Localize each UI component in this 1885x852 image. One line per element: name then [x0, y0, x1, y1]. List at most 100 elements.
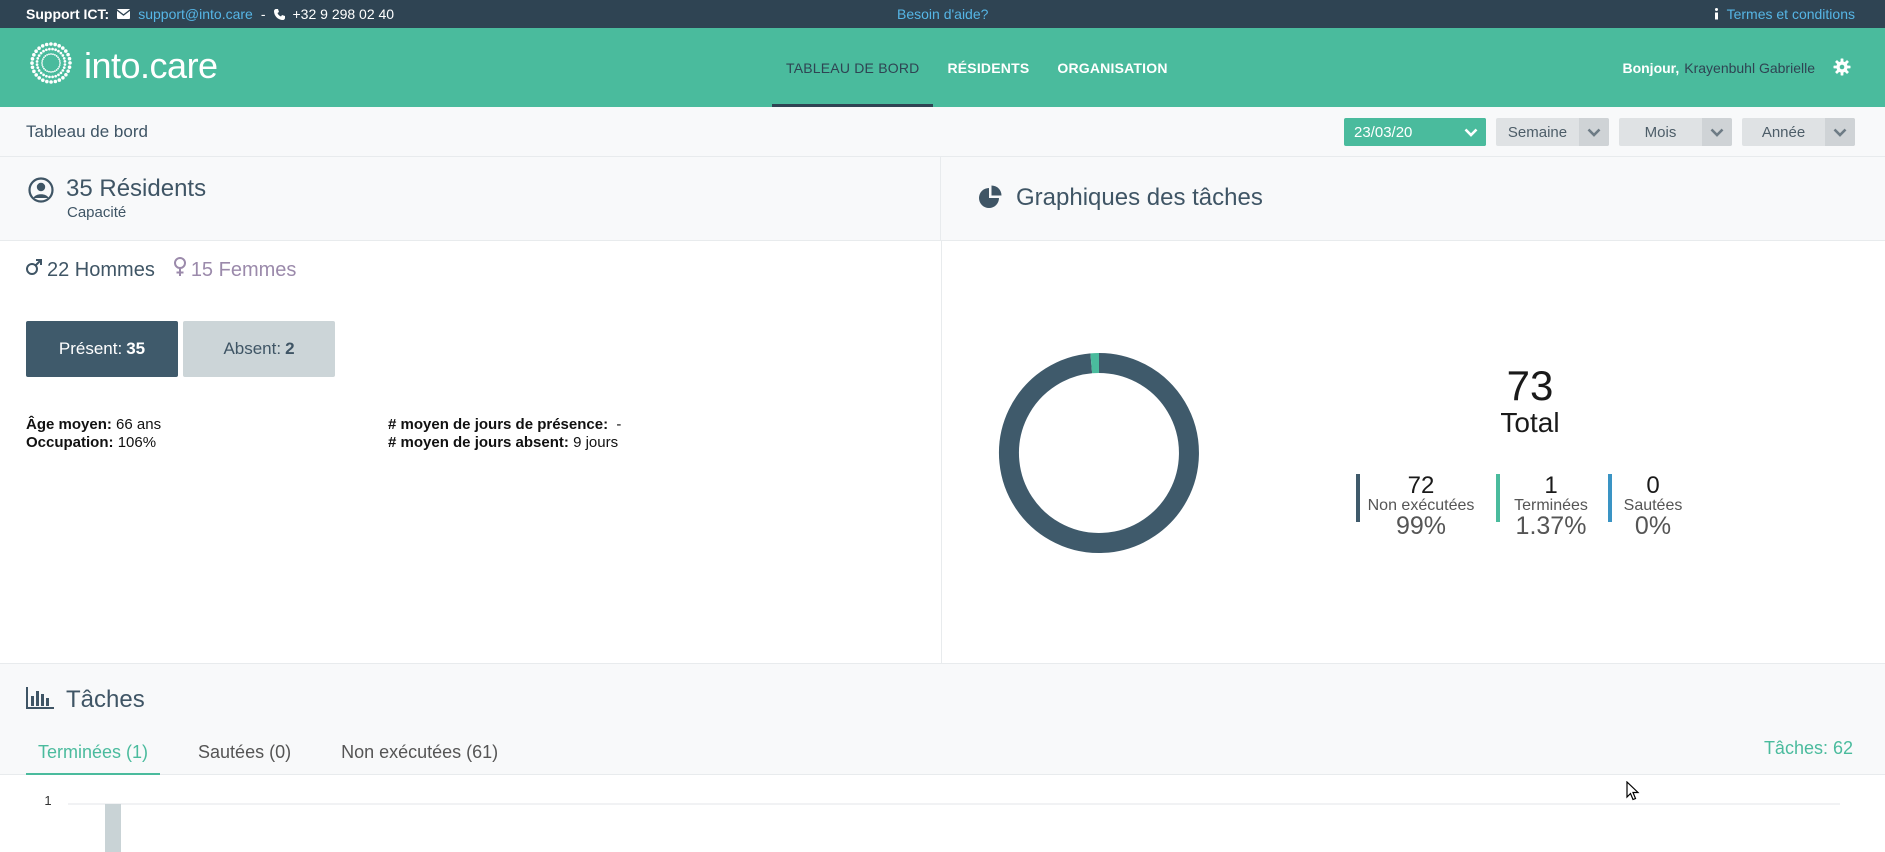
logo-dot: [59, 71, 63, 75]
legend-count: 72: [1407, 472, 1435, 499]
pie-chart-icon: [978, 185, 1004, 214]
nav-menu: TABLEAU DE BORD RÉSIDENTS ORGANISATION: [772, 28, 1182, 107]
logo-dot: [30, 65, 35, 70]
legend-color-bar: [1608, 474, 1612, 522]
logo-dot: [58, 66, 61, 68]
logo-sunburst-icon: [26, 38, 76, 93]
logo-dot: [41, 62, 43, 64]
nav-tableau-de-bord[interactable]: TABLEAU DE BORD: [772, 28, 934, 107]
logo-dot: [41, 64, 44, 66]
y-tick-label: 1: [44, 793, 51, 808]
logo-dot: [48, 70, 50, 73]
logo-dot: [57, 73, 60, 77]
logo-dot: [54, 48, 57, 52]
legend-completed: 1 Terminées 1.37%: [1496, 474, 1606, 539]
week-select[interactable]: Semaine: [1496, 118, 1609, 146]
logo-dot: [43, 67, 45, 70]
total-label: Total: [1500, 407, 1560, 438]
men-count: 22 Hommes: [25, 257, 155, 283]
logo-dot: [68, 61, 72, 65]
help-link[interactable]: Besoin d'aide?: [897, 6, 988, 22]
tasks-title: Tâches: [66, 686, 145, 713]
support-label: Support ICT:: [26, 6, 110, 22]
logo-dot: [42, 73, 45, 77]
logo-dot: [66, 69, 70, 73]
total-value: 73: [1506, 362, 1554, 409]
tab-completed[interactable]: Terminées (1): [26, 730, 161, 775]
logo-dot: [55, 69, 58, 71]
month-select[interactable]: Mois: [1619, 118, 1732, 146]
nav-organisation[interactable]: ORGANISATION: [1043, 28, 1181, 107]
user-name: Krayenbuhl Gabrielle: [1684, 59, 1815, 76]
logo-dot: [37, 54, 41, 57]
logo-dot: [34, 49, 38, 54]
date-select-value: 23/03/20: [1354, 123, 1413, 141]
chevron-down-icon: [1579, 118, 1609, 146]
logo-dot: [46, 70, 48, 73]
male-icon: [25, 258, 43, 282]
user-greeting[interactable]: Bonjour, Krayenbuhl Gabrielle: [1622, 28, 1815, 107]
logo-dot: [36, 66, 40, 69]
tab-skipped[interactable]: Sautées (0): [186, 730, 303, 775]
year-select[interactable]: Année: [1742, 118, 1855, 146]
logo-dot: [45, 79, 49, 84]
stat-absent-days: # moyen de jours absent: 9 jours: [388, 434, 619, 451]
logo-dot: [57, 78, 62, 82]
logo-dot: [66, 52, 70, 57]
logo-dot: [61, 69, 65, 72]
phone-icon: [273, 8, 285, 20]
residents-subtitle: Capacité: [67, 204, 127, 221]
logo-dot: [52, 70, 54, 73]
present-button[interactable]: Présent: 35: [26, 321, 178, 377]
nav-residents[interactable]: RÉSIDENTS: [933, 28, 1043, 107]
logo[interactable]: into.care: [26, 38, 218, 93]
logo-dot: [36, 57, 40, 60]
donut-slice-not-executed: [998, 353, 1199, 553]
tab-not-executed[interactable]: Non exécutées (61): [329, 730, 510, 775]
logo-dot: [48, 75, 51, 79]
tasks-count: Tâches: 62: [1763, 738, 1853, 758]
present-label: Présent:: [58, 339, 123, 358]
logo-dot: [59, 62, 61, 64]
envelope-icon: [117, 9, 131, 19]
logo-dot: [41, 58, 44, 60]
support-email-link[interactable]: support@into.care: [138, 6, 253, 22]
info-icon: [1714, 8, 1719, 20]
logo-dot: [57, 56, 59, 59]
absent-value: 2: [285, 339, 295, 358]
logo-dot: [43, 56, 45, 59]
greeting-text: Bonjour,: [1622, 59, 1680, 76]
women-label: 15 Femmes: [190, 258, 297, 281]
female-icon: [173, 257, 187, 283]
logo-dot: [53, 42, 57, 47]
support-bar: Support ICT: support@into.care - +32 9 2…: [0, 0, 1885, 28]
user-circle-icon: [28, 177, 54, 208]
terms-link[interactable]: Termes et conditions: [1727, 6, 1855, 22]
absent-button[interactable]: Absent: 2: [183, 321, 335, 377]
week-select-value: Semaine: [1507, 123, 1568, 141]
legend-percent: 0%: [1634, 512, 1672, 540]
logo-dot: [50, 71, 52, 73]
logo-dot: [35, 63, 39, 66]
mouse-cursor-icon: [1626, 780, 1640, 806]
legend-color-bar: [1496, 474, 1500, 522]
logo-dot: [30, 61, 34, 65]
logo-dot: [50, 53, 52, 55]
logo-dot: [44, 55, 47, 57]
logo-dot: [63, 63, 67, 66]
chevron-down-icon: [1702, 118, 1732, 146]
period-filters: 23/03/20 Semaine Mois Année: [1344, 118, 1855, 146]
logo-dot: [41, 78, 45, 82]
task-chart-title: Graphiques des tâches: [1016, 184, 1263, 211]
logo-dot: [48, 53, 50, 56]
bar-chart-icon: [26, 687, 54, 714]
logo-dot: [32, 69, 36, 74]
chevron-down-icon: [1456, 118, 1486, 146]
chevron-down-icon: [1825, 118, 1855, 146]
logo-dot: [45, 48, 48, 52]
gear-icon[interactable]: [1833, 58, 1851, 81]
logo-dot: [62, 57, 66, 60]
logo-dot: [35, 60, 39, 63]
logo-dot: [63, 60, 67, 63]
date-select[interactable]: 23/03/20: [1344, 118, 1486, 146]
